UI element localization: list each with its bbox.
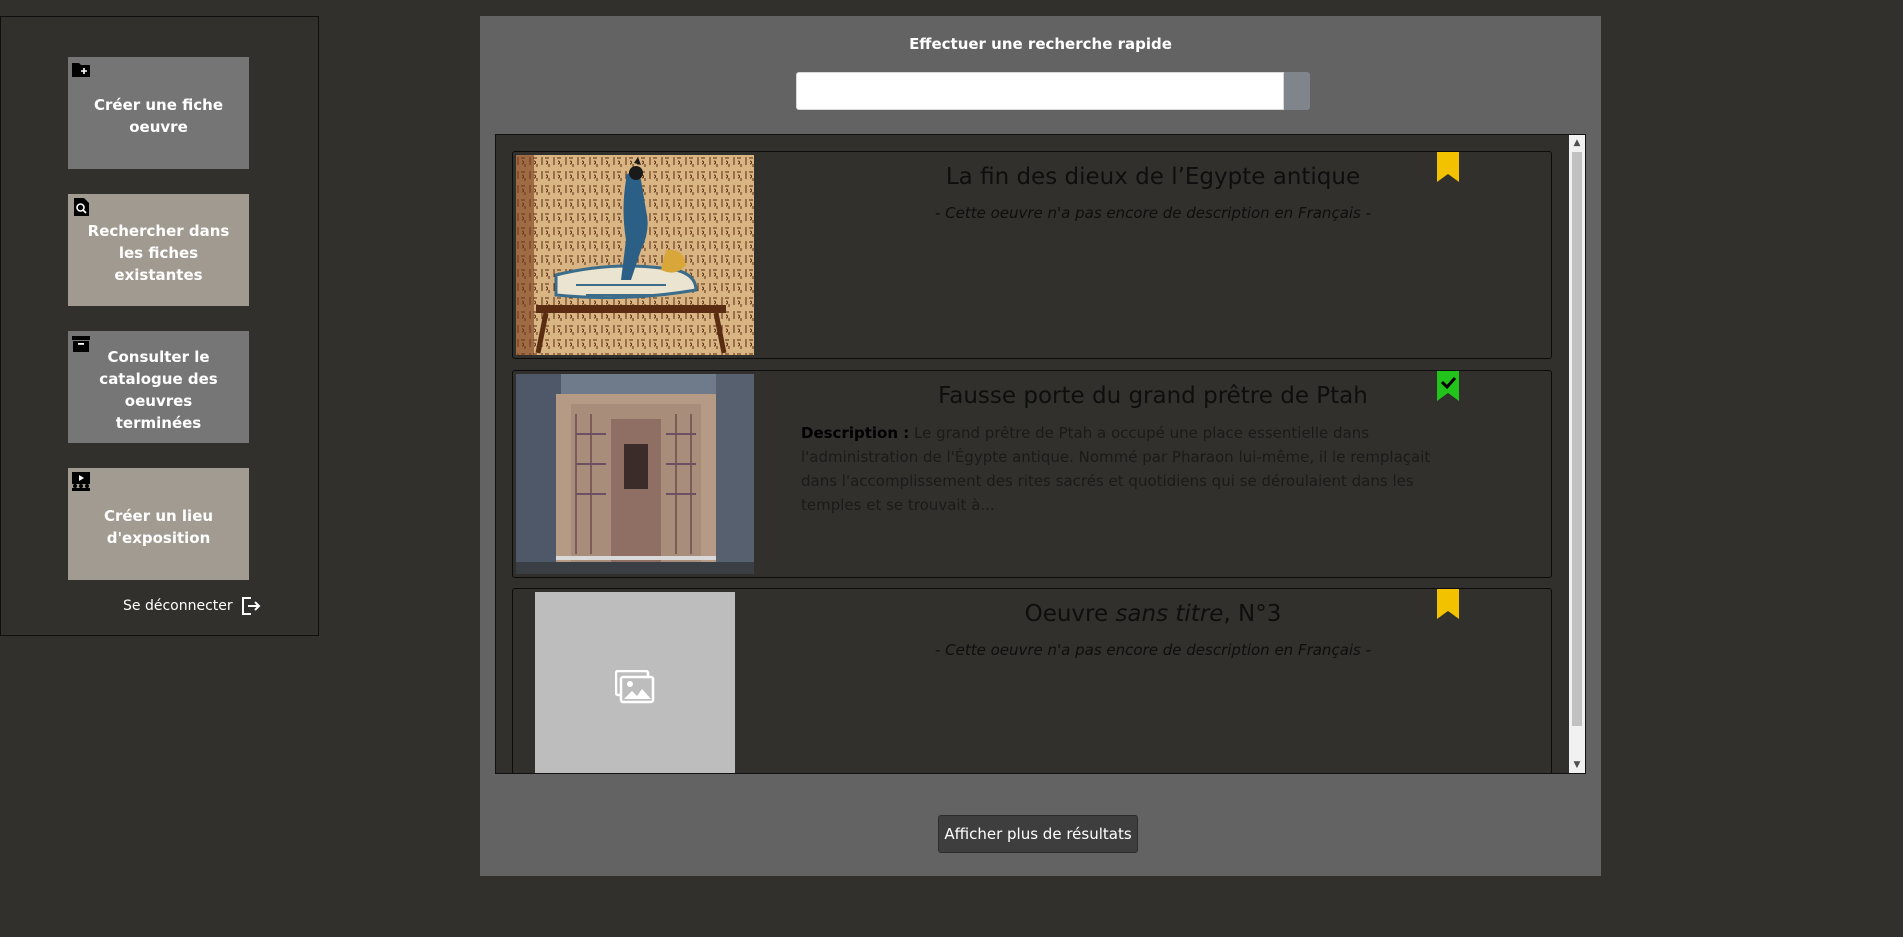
result-card[interactable]: Fausse porte du grand prêtre de Ptah Des… — [512, 370, 1552, 578]
logout-label: Se déconnecter — [123, 598, 233, 614]
bookmark-yellow-icon[interactable] — [1435, 589, 1461, 619]
archive-icon — [72, 336, 90, 352]
result-card[interactable]: Oeuvre sans titre, N°3 - Cette oeuvre n'… — [512, 588, 1552, 773]
exhibition-icon — [72, 472, 90, 491]
create-artwork-label: Créer une fiche oeuvre — [94, 96, 223, 136]
create-exhibition-card[interactable]: Créer un lieu d'exposition — [68, 468, 249, 580]
card-description: Description : Le grand prêtre de Ptah a … — [801, 421, 1451, 517]
card-title: Fausse porte du grand prêtre de Ptah — [938, 383, 1368, 409]
scroll-down-icon[interactable]: ▼ — [1569, 757, 1585, 773]
card-title: La fin des dieux de l’Egypte antique — [945, 164, 1361, 190]
search-artworks-card[interactable]: Rechercher dans les fiches existantes — [68, 194, 249, 306]
card-title: Oeuvre sans titre, N°3 — [793, 601, 1513, 627]
search-button[interactable] — [1284, 72, 1310, 110]
result-card[interactable]: La fin des dieux de l’Egypte antique - C… — [512, 151, 1552, 359]
bookmark-check-green-icon[interactable] — [1435, 371, 1461, 401]
description-label: Description : — [801, 424, 910, 442]
catalogue-label: Consulter le catalogue des oeuvres termi… — [99, 348, 218, 432]
card-description-empty: - Cette oeuvre n'a pas encore de descrip… — [934, 641, 1372, 659]
search-input[interactable] — [796, 72, 1284, 110]
logout-button[interactable]: Se déconnecter — [123, 595, 261, 617]
image-placeholder — [535, 592, 735, 773]
title-italic: sans titre — [1115, 601, 1224, 627]
artwork-thumbnail — [516, 155, 754, 355]
bookmark-yellow-icon[interactable] — [1435, 152, 1461, 182]
create-artwork-card[interactable]: Créer une fiche oeuvre — [68, 57, 249, 169]
folder-plus-icon — [72, 63, 90, 77]
main-panel: Effectuer une recherche rapide La fin de… — [480, 16, 1601, 876]
results-scrollbar[interactable]: ▲ ▼ — [1569, 135, 1585, 773]
search-title: Effectuer une recherche rapide — [909, 35, 1172, 53]
scroll-up-icon[interactable]: ▲ — [1569, 135, 1585, 151]
search-artworks-label: Rechercher dans les fiches existantes — [87, 222, 230, 284]
logout-icon — [241, 597, 261, 615]
scroll-thumb[interactable] — [1572, 152, 1582, 726]
show-more-button[interactable]: Afficher plus de résultats — [938, 815, 1138, 853]
file-search-icon — [74, 198, 89, 216]
card-description-empty: - Cette oeuvre n'a pas encore de descrip… — [934, 204, 1372, 222]
sidebar: Créer une fiche oeuvre Rechercher dans l… — [0, 16, 319, 636]
artwork-thumbnail — [516, 374, 754, 574]
catalogue-card[interactable]: Consulter le catalogue des oeuvres termi… — [68, 331, 249, 443]
results-list[interactable]: La fin des dieux de l’Egypte antique - C… — [495, 134, 1586, 774]
title-suffix: , N°3 — [1223, 601, 1282, 627]
create-exhibition-label: Créer un lieu d'exposition — [103, 507, 214, 547]
title-prefix: Oeuvre — [1024, 601, 1116, 627]
images-icon — [615, 670, 655, 704]
